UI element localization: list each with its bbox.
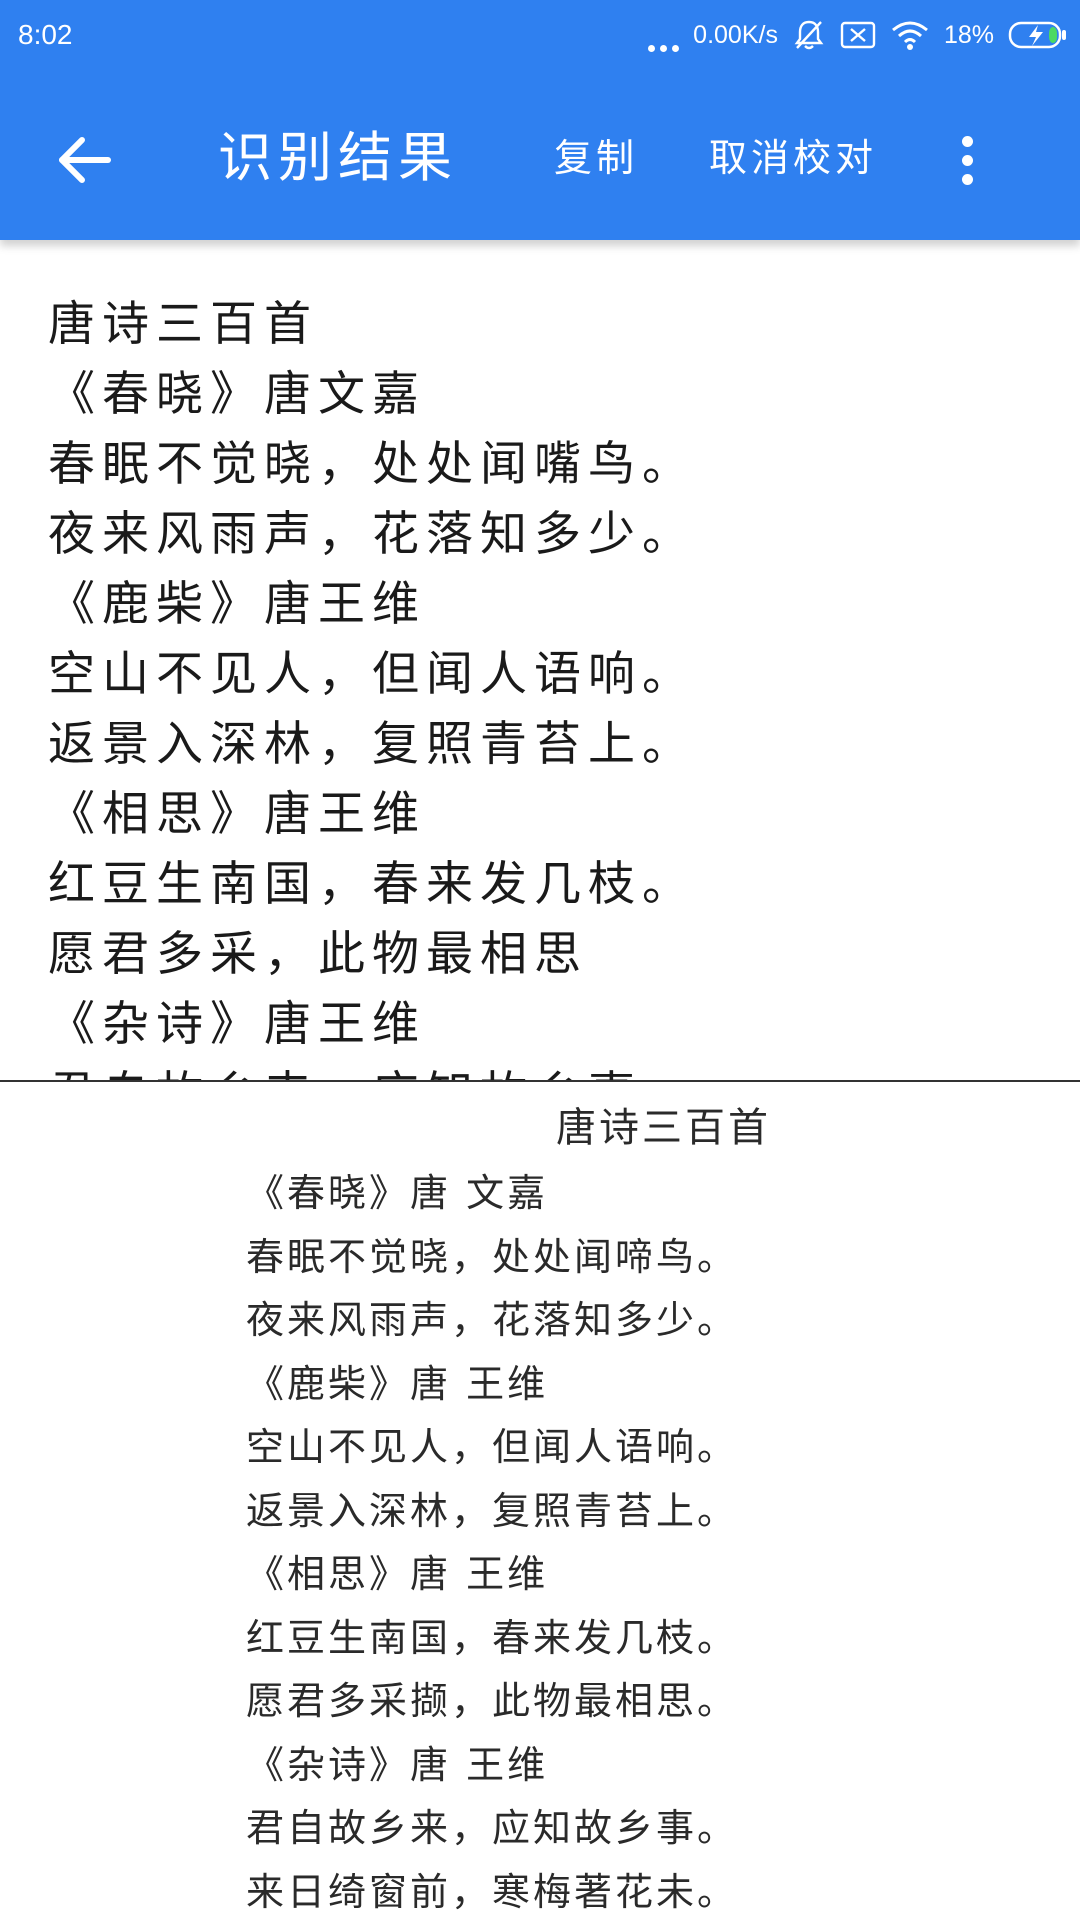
wifi-icon (892, 21, 928, 50)
text-line: 返景入深林，复照青苔上。 (48, 717, 696, 772)
no-sim-icon (840, 21, 876, 49)
source-line: 返景入深林，复照青苔上。 (246, 1488, 739, 1533)
text-line: 《相思》唐王维 (48, 787, 426, 842)
more-vertical-icon (961, 135, 973, 147)
app-bar: 8:02 0.00K/s 18% 识别结果 复制 取消校对 (0, 0, 1080, 240)
text-line: 春眠不觉晓，处处闻嘴鸟。 (48, 437, 696, 492)
more-dot (961, 154, 973, 166)
text-line: 夜来风雨声，花落知多少。 (48, 507, 696, 562)
battery-percent: 18% (943, 20, 994, 49)
recognized-text[interactable]: 唐诗三百首 《春晓》唐文嘉 春眠不觉晓，处处闻嘴鸟。 夜来风雨声，花落知多少。 … (48, 290, 1048, 1080)
copy-button[interactable]: 复制 (554, 134, 638, 182)
text-line: 空山不见人，但闻人语响。 (48, 647, 696, 702)
source-line: 君自故乡来，应知故乡事。 (246, 1806, 739, 1850)
source-line: 空山不见人，但闻人语响。 (246, 1425, 739, 1469)
status-time: 8:02 (18, 19, 73, 50)
page-title: 识别结果 (218, 126, 458, 189)
source-title: 唐诗三百首 (556, 1105, 771, 1151)
text-line: 唐诗三百首 (48, 297, 318, 352)
text-line: 《杂诗》唐王维 (48, 997, 426, 1052)
source-line: 《相思》唐 王维 (246, 1552, 549, 1596)
network-speed: 0.00K/s (693, 20, 778, 49)
source-line: 《春晓》唐 文嘉 (246, 1171, 549, 1215)
more-notifications-icon (648, 18, 680, 52)
source-line: 《杂诗》唐 王维 (246, 1742, 549, 1787)
source-text: 《春晓》唐 文嘉 春眠不觉晓，处处闻啼鸟。 夜来风雨声，花落知多少。 《鹿柴》唐… (246, 1162, 1046, 1920)
source-line: 来日绮窗前，寒梅著花未。 (246, 1869, 739, 1914)
status-bar: 8:02 0.00K/s 18% (0, 0, 1080, 70)
bell-muted-icon (794, 20, 824, 50)
more-dot (961, 173, 973, 185)
toolbar: 识别结果 复制 取消校对 (0, 70, 1080, 240)
back-button[interactable] (44, 120, 124, 200)
back-arrow-icon (59, 137, 111, 183)
source-image-panel[interactable]: 唐诗三百首 《春晓》唐 文嘉 春眠不觉晓，处处闻啼鸟。 夜来风雨声，花落知多少。… (0, 1082, 1080, 1920)
status-icons: 0.00K/s 18% (648, 16, 1068, 54)
battery-charging-icon (1008, 21, 1066, 49)
text-line: 愿君多采，此物最相思 (48, 927, 588, 982)
source-line: 红豆生南国，春来发几枝。 (246, 1615, 739, 1660)
cancel-proofread-button[interactable]: 取消校对 (709, 134, 877, 182)
source-line: 春眠不觉晓，处处闻啼鸟。 (246, 1234, 739, 1279)
recognized-text-panel[interactable]: 唐诗三百首 《春晓》唐文嘉 春眠不觉晓，处处闻嘴鸟。 夜来风雨声，花落知多少。 … (0, 240, 1080, 1080)
source-line: 《鹿柴》唐 王维 (246, 1361, 549, 1406)
text-line: 《春晓》唐文嘉 (48, 367, 426, 422)
source-line: 夜来风雨声，花落知多少。 (246, 1298, 739, 1342)
more-options-button[interactable] (940, 120, 994, 200)
text-line: 君自故乡来，应知故乡事 (48, 1060, 1048, 1080)
source-line: 愿君多采撷，此物最相思。 (246, 1679, 739, 1723)
text-line: 《鹿柴》唐王维 (48, 577, 426, 632)
text-line: 红豆生南国，春来发几枝。 (48, 857, 696, 912)
